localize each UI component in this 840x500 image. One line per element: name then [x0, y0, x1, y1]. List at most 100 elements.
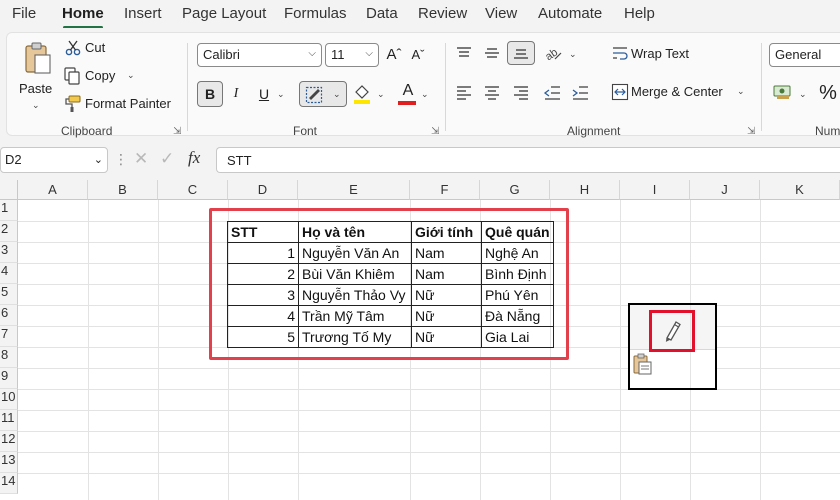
cancel-icon[interactable]: ✕ [134, 149, 148, 169]
menu-file[interactable]: File [12, 5, 36, 22]
group-separator [445, 43, 446, 131]
zoom-inset [628, 303, 717, 390]
percent-style-button[interactable]: % [817, 82, 839, 104]
merge-center-button[interactable]: Merge & Center [631, 84, 723, 99]
align-left-icon[interactable] [455, 85, 473, 101]
font-name-select[interactable]: Calibri ⌵ [197, 43, 322, 67]
orientation-dropdown-icon[interactable]: ⌄ [569, 49, 577, 60]
row-header[interactable]: 7 [0, 326, 18, 347]
column-header[interactable]: B [88, 180, 158, 200]
column-header[interactable]: I [620, 180, 690, 200]
merge-center-icon[interactable] [611, 83, 629, 101]
fill-color-icon[interactable] [353, 83, 371, 105]
column-header[interactable]: D [228, 180, 298, 200]
wrap-text-button[interactable]: Wrap Text [631, 46, 689, 61]
merge-center-dropdown-icon[interactable]: ⌄ [737, 86, 745, 97]
bottom-align-icon [514, 49, 528, 59]
font-color-icon[interactable]: A [397, 80, 419, 102]
group-separator [187, 43, 188, 131]
fill-color-dropdown-icon[interactable]: ⌄ [377, 89, 385, 100]
underline-dropdown-icon[interactable]: ⌄ [277, 89, 285, 100]
column-header[interactable]: A [18, 180, 88, 200]
align-right-icon[interactable] [512, 85, 530, 101]
insert-function-button[interactable]: fx [188, 148, 200, 168]
paste-button[interactable]: Paste ⌄ [13, 37, 57, 117]
accounting-dropdown-icon[interactable]: ⌄ [799, 89, 807, 100]
menu-help[interactable]: Help [624, 5, 655, 22]
menu-view[interactable]: View [485, 5, 517, 22]
gridline [18, 410, 840, 411]
increase-font-size-icon[interactable]: Aˆ [383, 44, 405, 66]
menu-review[interactable]: Review [418, 5, 467, 22]
cut-button[interactable]: Cut [85, 40, 105, 55]
menu-formulas[interactable]: Formulas [284, 5, 347, 22]
number-format-select[interactable]: General [769, 43, 840, 67]
alignment-launcher-icon[interactable]: ⇲ [747, 126, 755, 137]
gridline [158, 200, 159, 500]
top-align-icon[interactable] [455, 45, 473, 61]
row-header[interactable]: 14 [0, 473, 18, 494]
italic-button[interactable]: I [225, 83, 247, 105]
font-color-dropdown-icon[interactable]: ⌄ [421, 89, 429, 100]
column-header[interactable]: G [480, 180, 550, 200]
font-launcher-icon[interactable]: ⇲ [431, 126, 439, 137]
chevron-down-icon: ⌵ [308, 48, 316, 59]
paste-dropdown-icon[interactable]: ⌄ [32, 100, 40, 111]
select-all-corner[interactable] [0, 180, 18, 200]
copy-icon[interactable] [63, 67, 81, 85]
menu-insert[interactable]: Insert [124, 5, 162, 22]
column-header[interactable]: J [690, 180, 760, 200]
column-header[interactable]: H [550, 180, 620, 200]
row-header[interactable]: 3 [0, 242, 18, 263]
row-header[interactable]: 1 [0, 200, 18, 221]
row-header[interactable]: 12 [0, 431, 18, 452]
column-header[interactable]: C [158, 180, 228, 200]
row-header[interactable]: 13 [0, 452, 18, 473]
column-header[interactable]: F [410, 180, 480, 200]
row-header[interactable]: 8 [0, 347, 18, 368]
row-header[interactable]: 5 [0, 284, 18, 305]
increase-indent-icon[interactable] [571, 85, 589, 101]
menu-home[interactable]: Home [62, 5, 104, 22]
copy-button[interactable]: Copy [85, 68, 115, 83]
number-group-label: Num [815, 124, 840, 138]
menu-data[interactable]: Data [366, 5, 398, 22]
row-header[interactable]: 11 [0, 410, 18, 431]
name-box[interactable]: D2 ⌄ [0, 147, 108, 173]
row-header[interactable]: 4 [0, 263, 18, 284]
row-header[interactable]: 9 [0, 368, 18, 389]
column-header[interactable]: K [760, 180, 840, 200]
enter-icon[interactable]: ✓ [160, 149, 174, 169]
gridline [18, 452, 840, 453]
paste-options-icon[interactable] [632, 353, 654, 377]
column-header[interactable]: E [298, 180, 410, 200]
gridline [18, 431, 840, 432]
row-header[interactable]: 6 [0, 305, 18, 326]
align-center-icon[interactable] [483, 85, 501, 101]
pencil-icon[interactable] [661, 318, 683, 342]
menu-page-layout[interactable]: Page Layout [182, 5, 266, 22]
underline-button[interactable]: U [253, 83, 275, 105]
formula-input[interactable]: STT [216, 147, 840, 173]
format-painter-button[interactable]: Format Painter [85, 96, 171, 111]
copy-dropdown-icon[interactable]: ⌄ [127, 70, 135, 81]
decrease-indent-icon[interactable] [543, 85, 561, 101]
ribbon-panel: Paste ⌄ Cut Copy ⌄ Format Painter Clipbo… [6, 32, 840, 138]
clipboard-launcher-icon[interactable]: ⇲ [173, 126, 181, 137]
paste-icon [25, 42, 51, 74]
wrap-text-icon[interactable] [611, 45, 629, 61]
format-painter-icon[interactable] [63, 95, 81, 113]
row-header[interactable]: 10 [0, 389, 18, 410]
orientation-icon[interactable]: ab [543, 44, 563, 62]
borders-dropdown-icon: ⌄ [333, 89, 341, 99]
row-header[interactable]: 2 [0, 221, 18, 242]
bold-button[interactable]: B [199, 83, 221, 105]
middle-align-icon[interactable] [483, 45, 501, 61]
menu-automate[interactable]: Automate [538, 5, 602, 22]
gridline [760, 200, 761, 500]
font-size-select[interactable]: 11 ⌵ [325, 43, 379, 67]
more-options-icon[interactable]: ⋮ [114, 151, 128, 168]
decrease-font-size-icon[interactable]: Aˇ [407, 44, 429, 66]
accounting-format-icon[interactable] [773, 83, 793, 101]
cut-icon[interactable] [65, 40, 81, 56]
